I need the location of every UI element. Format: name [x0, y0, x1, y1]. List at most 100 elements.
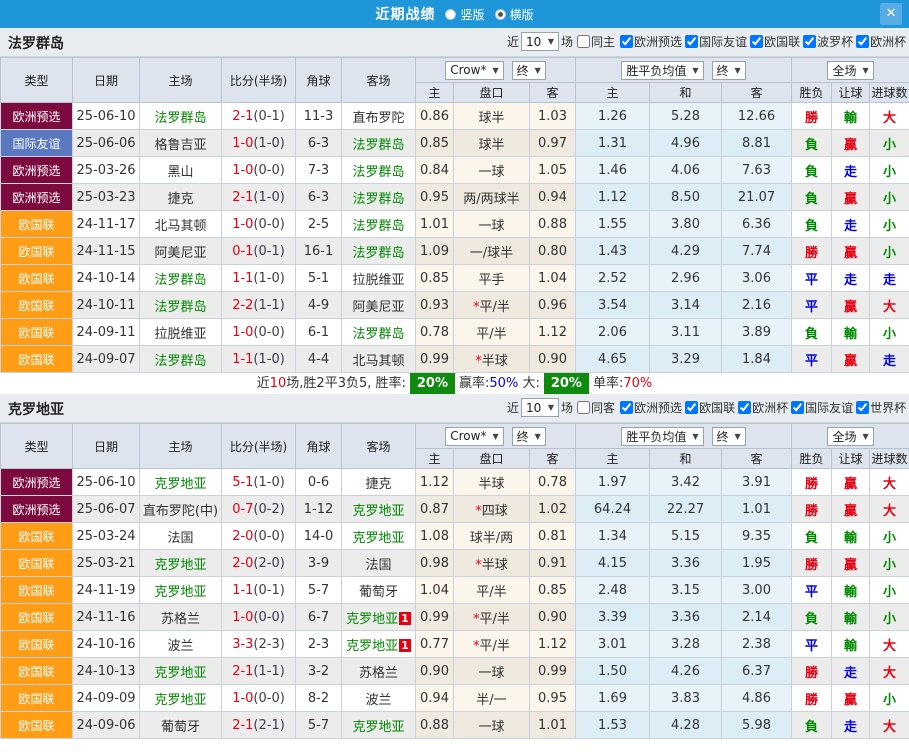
layout-radio-horizontal[interactable]: 横版 [495, 6, 534, 23]
competition-type: 欧国联 [1, 265, 73, 292]
match-score: 3-3(2-3) [222, 631, 296, 658]
result-wdl: 勝 [792, 238, 832, 265]
corner-score: 0-6 [296, 469, 342, 496]
result-wdl: 勝 [792, 103, 832, 130]
handicap-home-odds: 0.85 [416, 130, 454, 157]
home-team: 直布罗陀(中) [140, 496, 222, 523]
result-wdl: 負 [792, 523, 832, 550]
avg-home-odds: 64.24 [576, 496, 650, 523]
competition-filter[interactable]: 国际友谊 [789, 399, 853, 416]
handicap-line: 平手 [454, 265, 530, 292]
handicap-home-odds: 0.99 [416, 346, 454, 373]
competition-filter[interactable]: 波罗杯 [801, 33, 853, 50]
odds-source-select[interactable]: Crow*▼ [445, 61, 503, 80]
competition-checkbox[interactable] [791, 401, 804, 414]
avg-time-select[interactable]: 终▼ [712, 61, 746, 80]
same-venue-checkbox[interactable] [577, 401, 590, 414]
col-avg-away: 客 [722, 83, 792, 103]
avg-home-odds: 2.52 [576, 265, 650, 292]
team-name: 法罗群岛 [8, 33, 64, 53]
result-goals: 小 [870, 157, 909, 184]
result-handicap: 贏 [832, 550, 870, 577]
away-team: 葡萄牙 [342, 577, 416, 604]
match-count-select[interactable]: 10 ▼ [521, 32, 559, 51]
titlebar: 近期战绩 竖版 横版 ✕ [0, 0, 909, 28]
competition-checkbox[interactable] [685, 401, 698, 414]
competition-checkbox[interactable] [750, 35, 763, 48]
match-row: 欧国联24-11-19克罗地亚1-1(0-1)5-7葡萄牙1.04平/半0.85… [1, 577, 909, 604]
col-type: 类型 [1, 424, 73, 469]
competition-filter[interactable]: 欧国联 [683, 399, 735, 416]
away-team: 法国 [342, 550, 416, 577]
home-team: 法罗群岛 [140, 346, 222, 373]
competition-type: 欧国联 [1, 631, 73, 658]
result-goals: 小 [870, 238, 909, 265]
same-venue-filter[interactable]: 同主 [575, 33, 615, 50]
match-date: 25-06-06 [73, 130, 140, 157]
handicap-home-odds: 0.86 [416, 103, 454, 130]
competition-filter[interactable]: 欧洲杯 [736, 399, 788, 416]
match-score: 2-1(1-0) [222, 184, 296, 211]
corner-score: 5-7 [296, 577, 342, 604]
chevron-down-icon: ▼ [492, 432, 498, 441]
competition-filter[interactable]: 欧国联 [748, 33, 800, 50]
competition-checkbox[interactable] [856, 35, 869, 48]
handicap-away-odds: 0.95 [530, 685, 576, 712]
away-team: 克罗地亚 [342, 523, 416, 550]
layout-radio-vertical[interactable]: 竖版 [445, 6, 484, 23]
scope-select[interactable]: 全场▼ [827, 61, 873, 80]
col-corner: 角球 [296, 424, 342, 469]
competition-label: 波罗杯 [817, 33, 853, 50]
competition-checkbox[interactable] [738, 401, 751, 414]
avg-draw-odds: 3.14 [650, 292, 722, 319]
competition-checkbox[interactable] [856, 401, 869, 414]
result-goals: 大 [870, 496, 909, 523]
match-row: 欧洲预选25-03-23捷克2-1(1-0)6-3法罗群岛0.95两/两球半0.… [1, 184, 909, 211]
competition-checkbox[interactable] [685, 35, 698, 48]
odds-source-select[interactable]: Crow*▼ [445, 427, 503, 446]
competition-type: 欧国联 [1, 604, 73, 631]
match-row: 欧国联24-10-14法罗群岛1-1(1-0)5-1拉脱维亚0.85平手1.04… [1, 265, 909, 292]
avg-type-select[interactable]: 胜平负均值▼ [621, 427, 703, 446]
handicap-home-odds: 1.09 [416, 238, 454, 265]
col-handicap-line: 盘口 [454, 83, 530, 103]
match-date: 25-03-21 [73, 550, 140, 577]
competition-label: 欧国联 [699, 399, 735, 416]
competition-checkbox[interactable] [620, 401, 633, 414]
close-button[interactable]: ✕ [880, 3, 902, 25]
away-team: 法罗群岛 [342, 211, 416, 238]
avg-away-odds: 6.37 [722, 658, 792, 685]
match-row: 欧国联24-09-07法罗群岛1-1(1-0)4-4北马其顿0.99*半球0.9… [1, 346, 909, 373]
competition-checkbox[interactable] [803, 35, 816, 48]
scope-group-header: 全场▼ [792, 58, 909, 83]
handicap-away-odds: 0.78 [530, 469, 576, 496]
same-venue-filter[interactable]: 同客 [575, 399, 615, 416]
handicap-away-odds: 1.12 [530, 631, 576, 658]
avg-type-select[interactable]: 胜平负均值▼ [621, 61, 703, 80]
handicap-away-odds: 0.99 [530, 658, 576, 685]
avg-away-odds: 4.86 [722, 685, 792, 712]
avg-time-select[interactable]: 终▼ [712, 427, 746, 446]
handicap-away-odds: 0.90 [530, 604, 576, 631]
handicap-home-odds: 0.78 [416, 319, 454, 346]
scope-select[interactable]: 全场▼ [827, 427, 873, 446]
competition-filter[interactable]: 世界杯 [854, 399, 906, 416]
odds-time-select[interactable]: 终▼ [512, 61, 546, 80]
avg-home-odds: 3.54 [576, 292, 650, 319]
match-count-select[interactable]: 10 ▼ [521, 398, 559, 417]
competition-filter[interactable]: 欧洲杯 [854, 33, 906, 50]
matches-label: 场 [561, 399, 573, 416]
competition-filter[interactable]: 欧洲预选 [618, 33, 682, 50]
competition-checkbox[interactable] [620, 35, 633, 48]
result-handicap: 輸 [832, 319, 870, 346]
chevron-down-icon: ▼ [535, 432, 541, 441]
handicap-line: 球半 [454, 103, 530, 130]
competition-type: 欧国联 [1, 292, 73, 319]
handicap-line: 球半 [454, 130, 530, 157]
competition-filter[interactable]: 欧洲预选 [618, 399, 682, 416]
handicap-away-odds: 0.88 [530, 211, 576, 238]
same-venue-checkbox[interactable] [577, 35, 590, 48]
odds-time-select[interactable]: 终▼ [512, 427, 546, 446]
avg-away-odds: 3.89 [722, 319, 792, 346]
competition-filter[interactable]: 国际友谊 [683, 33, 747, 50]
